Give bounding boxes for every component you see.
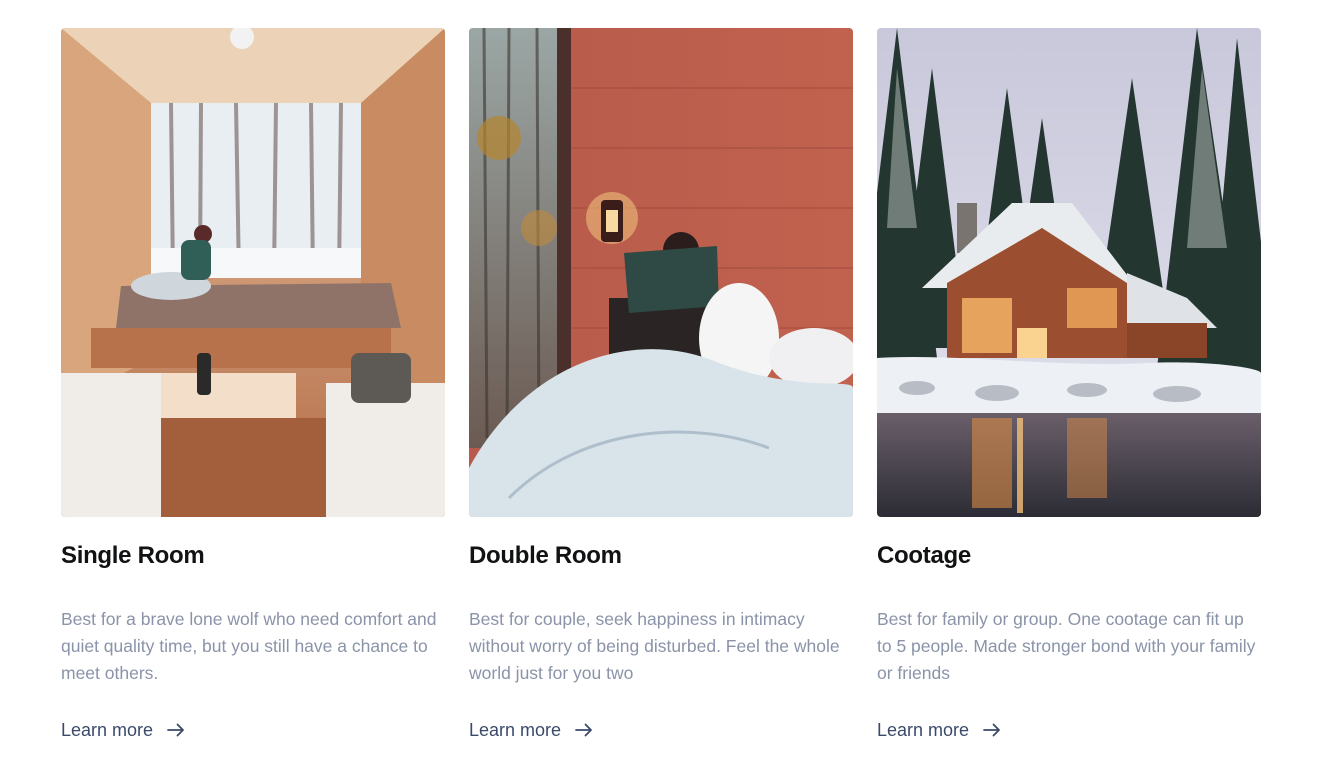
card-description: Best for a brave lone wolf who need comf… [61, 609, 437, 683]
learn-more-link[interactable]: Learn more [877, 718, 1261, 742]
learn-more-label: Learn more [877, 719, 970, 740]
cabin-interior-image [61, 28, 445, 517]
arrow-right-icon [167, 723, 185, 737]
card-title: Single Room [61, 542, 205, 569]
cootage-photo[interactable] [877, 28, 1261, 517]
double-room-photo[interactable] [469, 28, 853, 517]
arrow-right-icon [575, 723, 593, 737]
card-title: Double Room [469, 542, 622, 569]
learn-more-link[interactable]: Learn more [469, 718, 853, 742]
arrow-right-icon [983, 723, 1001, 737]
card-title: Cootage [877, 542, 971, 569]
reading-in-bed-image [469, 28, 853, 517]
snowy-cottage-image [877, 28, 1261, 517]
room-cards: Single Room Best for a brave lone wolf w… [61, 28, 1261, 742]
learn-more-label: Learn more [469, 719, 562, 740]
single-room-photo[interactable] [61, 28, 445, 517]
room-card-double: Double Room Best for couple, seek happin… [469, 28, 853, 742]
card-description: Best for couple, seek happiness in intim… [469, 609, 840, 683]
learn-more-link[interactable]: Learn more [61, 718, 445, 742]
room-card-cootage: Cootage Best for family or group. One co… [877, 28, 1261, 742]
learn-more-label: Learn more [61, 719, 154, 740]
room-card-single: Single Room Best for a brave lone wolf w… [61, 28, 445, 742]
card-description: Best for family or group. One cootage ca… [877, 609, 1256, 683]
